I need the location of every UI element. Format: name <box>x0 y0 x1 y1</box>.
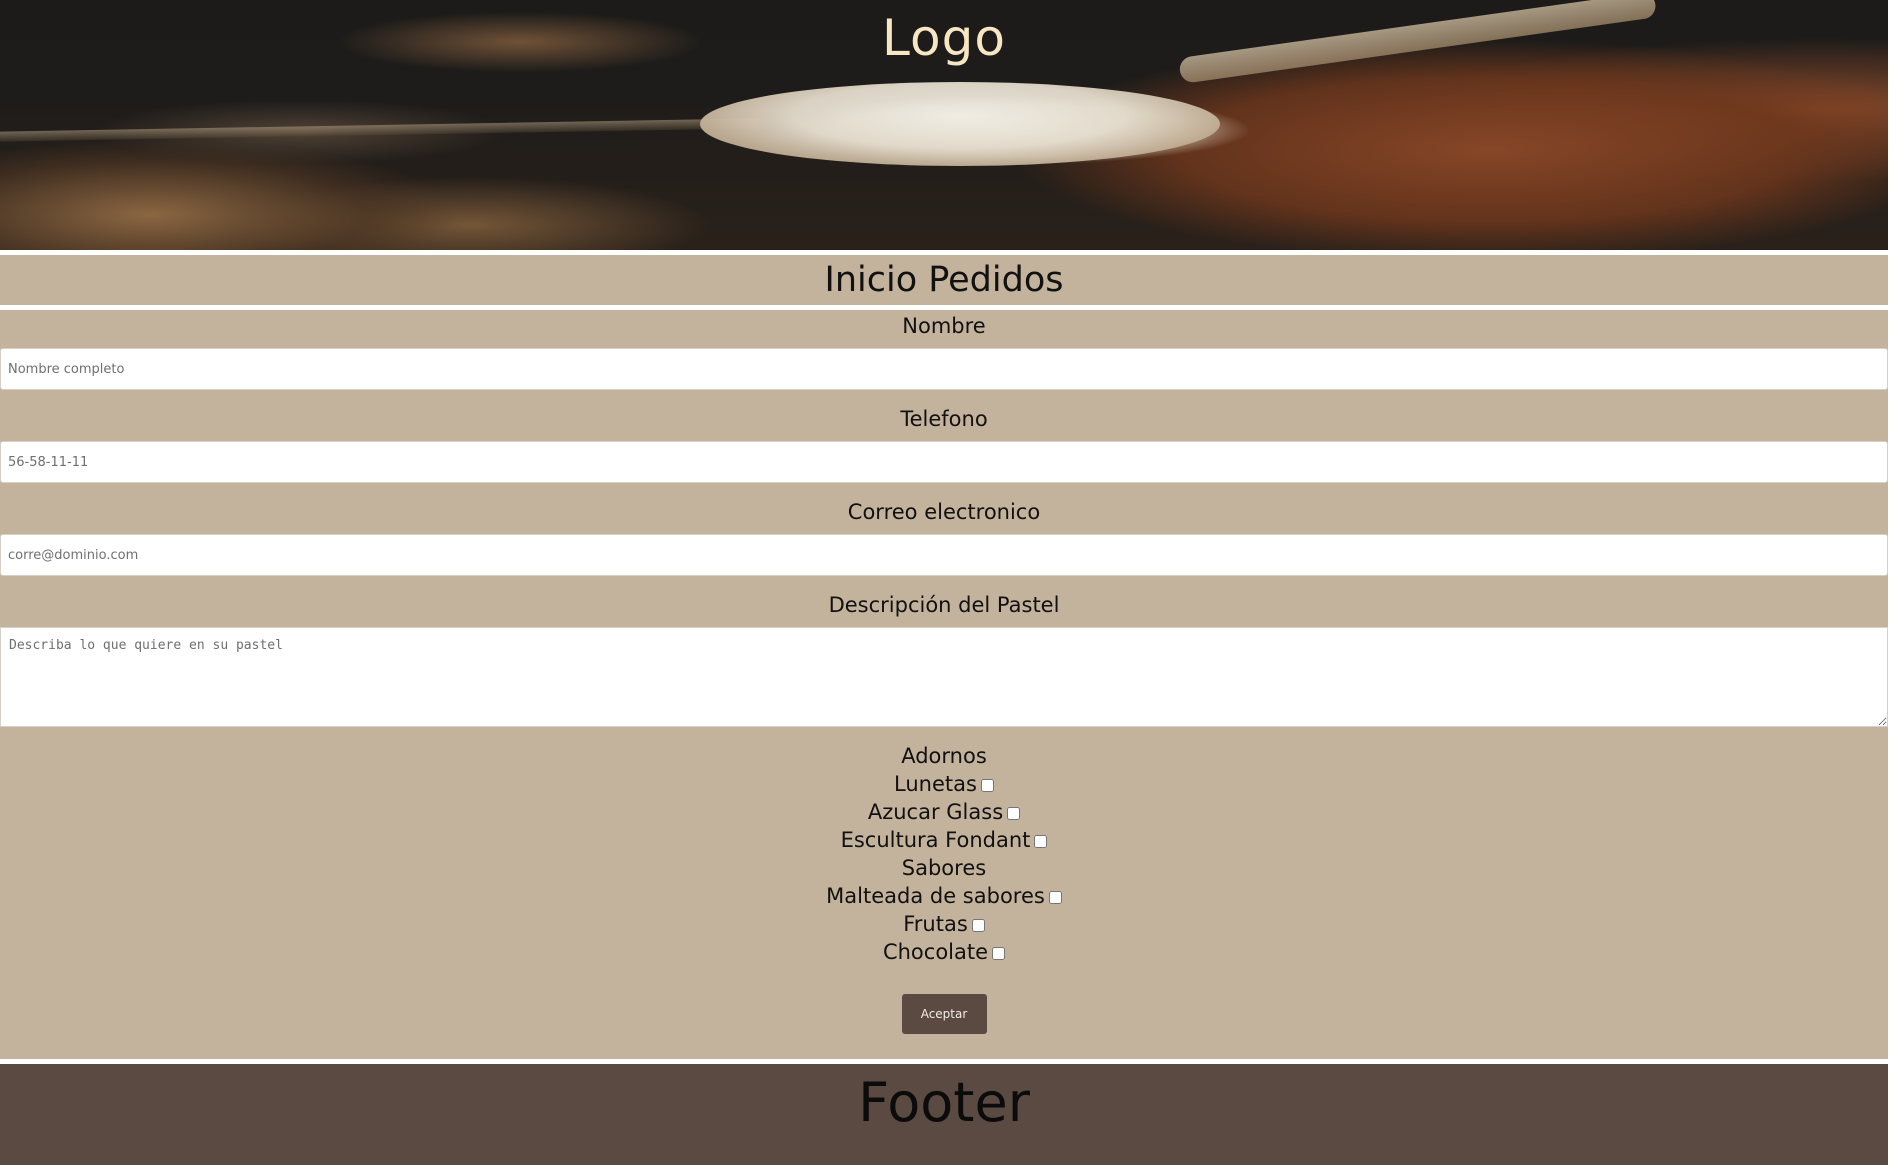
lunetas-checkbox[interactable] <box>980 779 994 792</box>
escultura-fondant-checkbox[interactable] <box>1034 835 1048 848</box>
description-textarea[interactable] <box>0 627 1888 727</box>
accept-button[interactable]: Aceptar <box>901 994 987 1034</box>
option-label: Chocolate <box>882 940 989 964</box>
footer-text: Footer <box>858 1071 1030 1134</box>
sabores-heading: Sabores <box>901 856 987 880</box>
options-group: Adornos Lunetas Azucar Glass Escultura F… <box>0 742 1888 966</box>
header-banner: Logo <box>0 0 1888 250</box>
footer: Footer <box>0 1064 1888 1165</box>
option-label: Azucar Glass <box>867 800 1004 824</box>
malteada-checkbox[interactable] <box>1048 891 1062 904</box>
option-row-azucar-glass: Azucar Glass <box>0 798 1888 826</box>
option-row-escultura-fondant: Escultura Fondant <box>0 826 1888 854</box>
email-label: Correo electronico <box>847 500 1041 524</box>
banner-decoration <box>0 118 761 142</box>
banner-decoration <box>700 82 1220 166</box>
option-label: Escultura Fondant <box>840 828 1031 852</box>
frutas-checkbox[interactable] <box>971 919 985 932</box>
option-row-frutas: Frutas <box>0 910 1888 938</box>
adornos-heading: Adornos <box>901 744 987 768</box>
submit-container: Aceptar <box>0 994 1888 1034</box>
option-label: Frutas <box>903 912 968 936</box>
description-label: Descripción del Pastel <box>828 593 1060 617</box>
azucar-glass-checkbox[interactable] <box>1007 807 1021 820</box>
page: Logo Inicio Pedidos Nombre Telefono Corr… <box>0 0 1903 1165</box>
email-input[interactable] <box>0 534 1888 576</box>
order-form: Nombre Telefono Correo electronico Descr… <box>0 310 1888 1059</box>
phone-input[interactable] <box>0 441 1888 483</box>
option-row-lunetas: Lunetas <box>0 770 1888 798</box>
phone-label: Telefono <box>900 407 988 431</box>
option-label: Lunetas <box>894 772 977 796</box>
page-wrapper: Logo Inicio Pedidos Nombre Telefono Corr… <box>0 0 1888 1165</box>
option-label: Malteada de sabores <box>826 884 1045 908</box>
name-label: Nombre <box>902 314 986 338</box>
logo-text: Logo <box>882 9 1006 67</box>
option-row-chocolate: Chocolate <box>0 938 1888 966</box>
option-row-malteada: Malteada de sabores <box>0 882 1888 910</box>
page-title: Inicio Pedidos <box>824 260 1064 300</box>
nav-bar: Inicio Pedidos <box>0 255 1888 305</box>
name-input[interactable] <box>0 348 1888 390</box>
chocolate-checkbox[interactable] <box>992 947 1006 960</box>
